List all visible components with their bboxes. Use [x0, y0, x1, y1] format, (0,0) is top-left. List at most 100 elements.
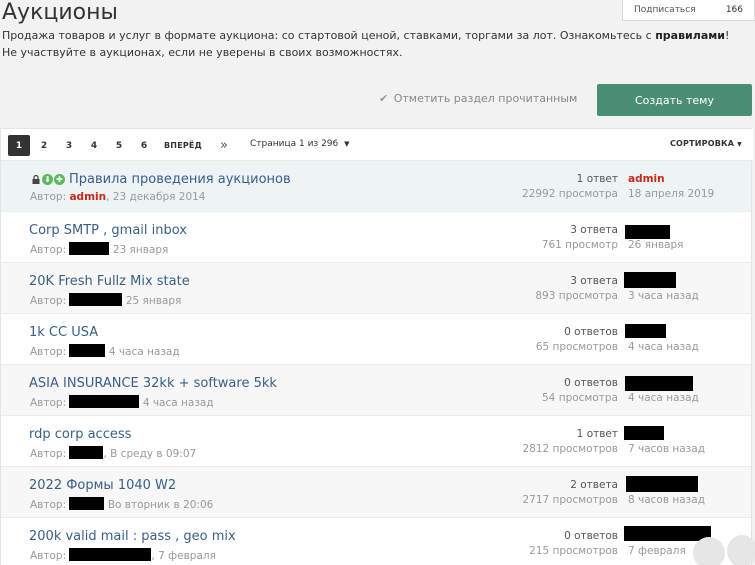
last-post-date[interactable]: 4 часа назад [628, 341, 699, 353]
topic-title[interactable]: 20K Fresh Fullz Mix state [29, 274, 190, 289]
topic-row[interactable]: Corp SMTP , gmail inbox Автор: 23 января… [1, 212, 751, 263]
redacted-author [69, 395, 140, 408]
last-post-date[interactable]: 3 часа назад [628, 290, 699, 302]
topic-meta: Автор: 23 января [30, 242, 168, 256]
author-prefix: Автор: [30, 499, 67, 511]
topic-row[interactable]: rdp corp access Автор: , В среду в 09:07… [1, 416, 751, 467]
topic-title[interactable]: 200k valid mail : pass , geo mix [29, 529, 236, 544]
last-post-date[interactable]: 8 часов назад [628, 494, 705, 506]
last-post-date[interactable]: 7 февраля [628, 545, 686, 557]
description-text-end: ! [724, 29, 730, 42]
author-prefix: Автор: [30, 244, 67, 256]
author-prefix: Автор: [30, 346, 67, 358]
pin-down-icon: ⬇ [42, 174, 53, 185]
view-count: 2717 просмотров [522, 494, 618, 506]
topic-date: , 23 декабря 2014 [106, 191, 206, 203]
topic-date: 23 января [112, 244, 169, 256]
view-count: 65 просмотров [535, 341, 618, 353]
author-prefix: Автор: [30, 397, 67, 409]
view-count: 54 просмотра [542, 392, 618, 404]
topic-row[interactable]: 200k valid mail : pass , geo mix Автор: … [1, 518, 755, 565]
page-4-button[interactable]: 4 [83, 135, 105, 156]
last-post-date[interactable]: 4 часа назад [628, 392, 699, 404]
topic-row[interactable]: ASIA INSURANCE 32kk + software 5kk Автор… [1, 365, 751, 416]
redacted-last-poster [626, 476, 698, 492]
reply-count: 1 ответ [576, 428, 618, 440]
redacted-author [69, 293, 123, 306]
page-title: Аукционы [2, 0, 118, 25]
topic-date: 4 часа назад [142, 397, 214, 409]
last-poster[interactable]: admin [628, 173, 665, 185]
caret-down-icon: ▼ [344, 140, 350, 148]
topic-author[interactable]: admin [69, 191, 106, 203]
subscribe-button[interactable]: Подписаться 166 [622, 0, 755, 21]
redacted-last-poster [624, 526, 711, 541]
page-6-button[interactable]: 6 [133, 135, 155, 156]
description-warning: Не участвуйте в аукционах, если не увере… [2, 46, 403, 59]
author-prefix: Автор: [30, 191, 67, 203]
mark-read-label: Отметить раздел прочитанным [393, 92, 578, 105]
view-count: 22992 просмотра [521, 188, 618, 200]
last-post-date[interactable]: 26 января [628, 239, 683, 251]
redacted-author [69, 344, 106, 357]
redacted-author [69, 446, 104, 459]
page-2-button[interactable]: 2 [33, 135, 55, 156]
mark-read-button[interactable]: ✔ Отметить раздел прочитанным [379, 92, 577, 105]
scroll-bubble-icon[interactable] [727, 535, 755, 565]
next-page-button[interactable]: ВПЕРЁД [164, 135, 202, 156]
rules-link[interactable]: правилами [655, 29, 725, 42]
reply-count: 3 ответа [570, 275, 618, 287]
topic-row[interactable]: 2022 Формы 1040 W2 Автор: Во вторник в 2… [1, 467, 751, 518]
caret-down-icon: ▼ [737, 141, 742, 148]
forum-description: Продажа товаров и услуг в формате аукцио… [2, 27, 752, 61]
sort-dropdown[interactable]: СОРТИРОВКА ▼ [670, 139, 742, 148]
page-3-button[interactable]: 3 [58, 135, 80, 156]
last-post-date[interactable]: 18 апреля 2019 [628, 188, 714, 200]
topic-date: Во вторник в 20:06 [107, 499, 214, 511]
lock-icon [30, 174, 41, 185]
page-5-button[interactable]: 5 [108, 135, 130, 156]
page-info-label: Страница 1 из 296 [250, 139, 339, 149]
topic-date: , 7 февраля [151, 550, 216, 562]
topic-date: 25 января [125, 295, 182, 307]
topic-title[interactable]: ASIA INSURANCE 32kk + software 5kk [29, 376, 277, 391]
topic-title[interactable]: 1k CC USA [29, 325, 98, 340]
topic-date: 4 часа назад [108, 346, 180, 358]
reply-count: 3 ответа [570, 224, 618, 236]
view-count: 215 просмотров [529, 545, 618, 557]
last-page-button[interactable]: » [213, 135, 235, 156]
scroll-bubble-icon[interactable] [693, 537, 725, 565]
topic-meta: Автор: 25 января [30, 293, 181, 307]
author-prefix: Автор: [30, 295, 67, 307]
hot-topic-icon: ✚ [54, 174, 65, 185]
topic-title[interactable]: Corp SMTP , gmail inbox [29, 223, 187, 238]
checkmark-icon: ✔ [379, 92, 389, 105]
redacted-author [69, 497, 105, 510]
author-prefix: Автор: [30, 550, 67, 562]
topic-title[interactable]: rdp corp access [29, 427, 131, 442]
topic-meta: Автор: 4 часа назад [30, 395, 214, 409]
topic-list-panel: 1 2 3 4 5 6 ВПЕРЁД » Страница 1 из 296 ▼… [0, 128, 755, 565]
redacted-last-poster [624, 426, 664, 440]
reply-count: 0 ответов [564, 377, 618, 389]
create-topic-button[interactable]: Создать тему [597, 84, 752, 116]
page-jump-dropdown[interactable]: Страница 1 из 296 ▼ [250, 139, 350, 149]
topic-date: , В среду в 09:07 [103, 448, 197, 460]
redacted-last-poster [625, 324, 666, 338]
subscribe-count: 166 [725, 5, 743, 15]
reply-count: 0 ответов [564, 530, 618, 542]
topic-meta: Автор: , В среду в 09:07 [30, 446, 196, 460]
topic-row[interactable]: 20K Fresh Fullz Mix state Автор: 25 янва… [1, 263, 751, 314]
page-1-button[interactable]: 1 [8, 135, 30, 156]
reply-count: 1 ответ [576, 173, 618, 185]
redacted-author [69, 242, 110, 255]
redacted-last-poster [625, 225, 670, 239]
topic-row[interactable]: 1k CC USA Автор: 4 часа назад 0 ответов … [1, 314, 751, 365]
topic-title[interactable]: 2022 Формы 1040 W2 [29, 478, 176, 493]
topic-title[interactable]: Правила проведения аукционов [69, 172, 291, 187]
pagination-bar: 1 2 3 4 5 6 ВПЕРЁД » Страница 1 из 296 ▼… [1, 129, 753, 161]
view-count: 2812 просмотров [522, 443, 618, 455]
topic-row[interactable]: ⬇ ✚ Правила проведения аукционов Автор: … [1, 161, 751, 212]
sort-label: СОРТИРОВКА [669, 139, 735, 148]
last-post-date[interactable]: 7 часов назад [628, 443, 705, 455]
